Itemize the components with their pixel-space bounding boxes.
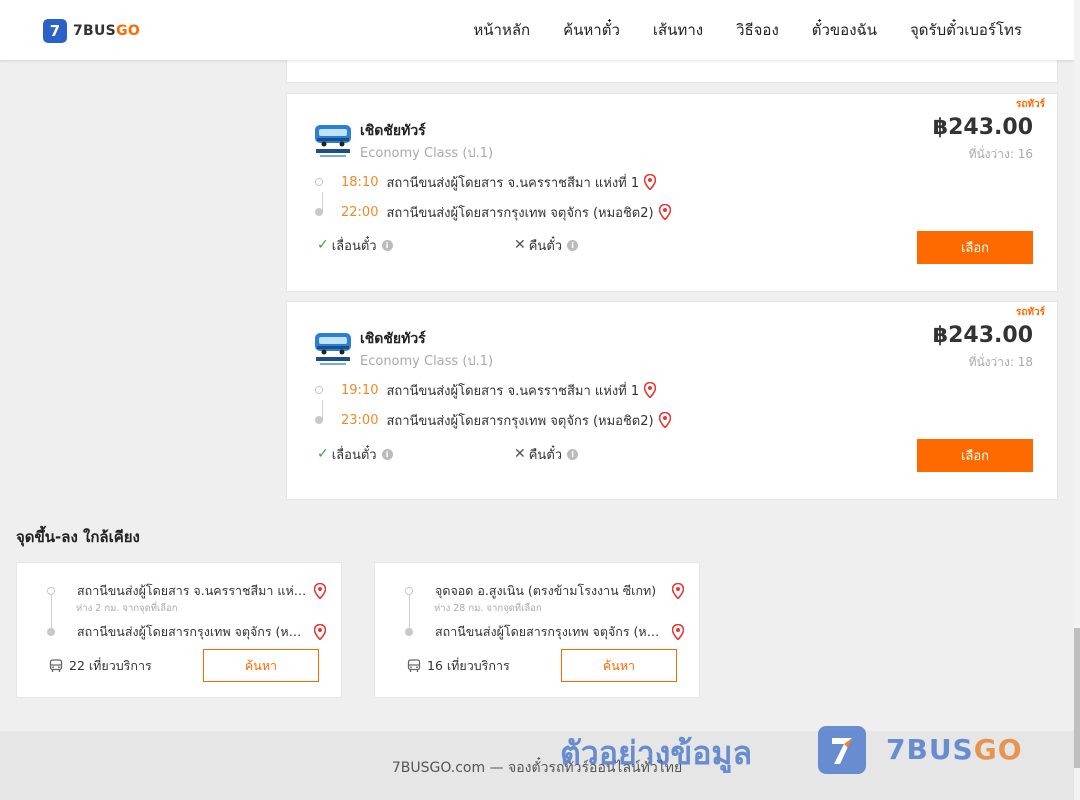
change-ticket-policy: ✓ เลื่อนตั๋ว i (317, 444, 393, 464)
nearby-route-card: สถานีขนส่งผู้โดยสาร จ.นครราชสีมา แห่งที่… (16, 562, 342, 698)
departure-time: 18:10 (341, 174, 379, 190)
arrival-dot (315, 416, 323, 424)
check-icon: ✓ (317, 237, 329, 253)
nearby-to-name: สถานีขนส่งผู้โดยสารกรุงเทพ จตุจักร (หมอช… (77, 624, 309, 639)
nearby-route-card: จุดจอด อ.สูงเนิน (ตรงข้ามโรงงาน ซีเกท) ห… (374, 562, 700, 698)
nearby-from-stop: สถานีขนส่งผู้โดยสาร จ.นครราชสีมา แห่งที่… (47, 581, 326, 601)
bus-icon (407, 659, 421, 672)
refund-ticket-policy: ✕ คืนตั๋ว i (514, 444, 579, 464)
operator-name: เชิดชัยทัวร์ (360, 331, 426, 347)
nearby-from-name: สถานีขนส่งผู้โดยสาร จ.นครราชสีมา แห่งที่… (77, 583, 309, 598)
arrival-station: สถานีขนส่งผู้โดยสารกรุงเทพ จตุจักร (หมอช… (386, 413, 654, 429)
change-ticket-policy: ✓ เลื่อนตั๋ว i (317, 235, 393, 255)
ticket-price: ฿243.00 (932, 323, 1033, 348)
arrival-dot (405, 628, 413, 636)
arrival-dot (47, 628, 55, 636)
cross-icon: ✕ (514, 446, 526, 462)
change-ticket-label: เลื่อนตั๋ว (331, 447, 377, 463)
nav-my-tickets[interactable]: ตั๋วของฉัน (812, 18, 877, 42)
nearby-to-stop: สถานีขนส่งผู้โดยสารกรุงเทพ จตุจักร (หมอช… (405, 622, 684, 642)
nearby-trip-count: 16 เที่ยวบริการ (407, 656, 510, 676)
map-pin-icon[interactable] (658, 204, 671, 220)
watermark-logo-mark (818, 726, 866, 774)
ticket-price: ฿243.00 (932, 115, 1033, 140)
departure-dot (315, 386, 323, 394)
map-pin-icon[interactable] (658, 412, 671, 428)
seats-available: ที่นั่งว่าง: 16 (968, 147, 1033, 161)
arrival-dot (315, 208, 323, 216)
operator-logo (315, 333, 351, 365)
operator-name: เชิดชัยทัวร์ (360, 123, 426, 139)
sample-data-watermark: ตัวอย่างข้อมูล (560, 734, 753, 772)
map-pin-icon[interactable] (644, 174, 657, 190)
trip-count-text: 22 เที่ยวบริการ (69, 658, 152, 673)
nav-routes[interactable]: เส้นทาง (653, 18, 703, 42)
arrival-time: 22:00 (341, 204, 379, 220)
arrival-station: สถานีขนส่งผู้โดยสารกรุงเทพ จตุจักร (หมอช… (386, 205, 654, 221)
nearby-stops-title: จุดขึ้น-ลง ใกล้เคียง (16, 528, 140, 546)
info-icon[interactable]: i (381, 239, 393, 251)
bus-type-tag: รถทัวร์ (1015, 99, 1045, 110)
nearby-search-button[interactable]: ค้นหา (203, 649, 319, 682)
watermark-logo-icon (832, 738, 852, 764)
logo-text: 7BUSGO (73, 23, 141, 39)
nearby-from-name: จุดจอด อ.สูงเนิน (ตรงข้ามโรงงาน ซีเกท) (435, 583, 657, 598)
scrollbar-thumb[interactable] (1074, 628, 1080, 768)
operator-logo (315, 125, 351, 157)
nav-search-ticket[interactable]: ค้นหาตั๋ว (563, 18, 620, 42)
arrival-time: 23:00 (341, 412, 379, 428)
nearby-to-stop: สถานีขนส่งผู้โดยสารกรุงเทพ จตุจักร (หมอช… (47, 622, 326, 642)
watermark-brand: 7BUSGO (886, 733, 1023, 766)
info-icon[interactable]: i (381, 448, 393, 460)
map-pin-icon[interactable] (672, 583, 684, 599)
departure-station: สถานีขนส่งผู้โดยสาร จ.นครราชสีมา แห่งที่… (386, 175, 640, 191)
arrival-stop: 22:00 สถานีขนส่งผู้โดยสารกรุงเทพ จตุจักร… (315, 202, 671, 222)
info-icon[interactable]: i (567, 448, 579, 460)
top-nav-bar: 7 7BUSGO หน้าหลัก ค้นหาตั๋ว เส้นทาง วิธี… (0, 0, 1074, 60)
seats-available: ที่นั่งว่าง: 18 (968, 355, 1033, 369)
trip-card: รถทัวร์ เชิดชัยทัวร์ Economy Class (ป.1)… (286, 93, 1058, 292)
departure-stop: 18:10 สถานีขนส่งผู้โดยสาร จ.นครราชสีมา แ… (315, 172, 657, 192)
brand-logo[interactable]: 7 7BUSGO (43, 19, 140, 43)
bus-class: Economy Class (ป.1) (360, 146, 494, 161)
departure-dot (315, 178, 323, 186)
refund-ticket-policy: ✕ คืนตั๋ว i (514, 235, 579, 255)
departure-dot (47, 587, 55, 595)
trip-card: รถทัวร์ เชิดชัยทัวร์ Economy Class (ป.1)… (286, 301, 1058, 500)
page-scrollbar[interactable] (1074, 0, 1080, 800)
map-pin-icon[interactable] (314, 583, 326, 599)
departure-dot (405, 587, 413, 595)
check-icon: ✓ (317, 446, 329, 462)
main-nav: หน้าหลัก ค้นหาตั๋ว เส้นทาง วิธีจอง ตั๋วข… (473, 0, 1022, 60)
nearby-distance: ห่าง 2 กม. จากจุดที่เลือก (76, 603, 178, 614)
nearby-to-name: สถานีขนส่งผู้โดยสารกรุงเทพ จตุจักร (หมอช… (435, 624, 667, 639)
bus-type-tag: รถทัวร์ (1015, 307, 1045, 318)
refund-ticket-label: คืนตั๋ว (528, 447, 563, 463)
select-trip-button[interactable]: เลือก (917, 231, 1033, 264)
map-pin-icon[interactable] (314, 624, 326, 640)
previous-trip-card-bottom (286, 58, 1058, 83)
nav-home[interactable]: หน้าหลัก (473, 18, 530, 42)
departure-time: 19:10 (341, 382, 379, 398)
departure-station: สถานีขนส่งผู้โดยสาร จ.นครราชสีมา แห่งที่… (386, 383, 640, 399)
map-pin-icon[interactable] (644, 382, 657, 398)
logo-mark: 7 (43, 19, 67, 43)
refund-ticket-label: คืนตั๋ว (528, 238, 563, 254)
departure-stop: 19:10 สถานีขนส่งผู้โดยสาร จ.นครราชสีมา แ… (315, 380, 657, 400)
nearby-distance: ห่าง 28 กม. จากจุดที่เลือก (434, 603, 542, 614)
change-ticket-label: เลื่อนตั๋ว (331, 238, 377, 254)
bus-icon (49, 659, 63, 672)
nearby-from-stop: จุดจอด อ.สูงเนิน (ตรงข้ามโรงงาน ซีเกท) (405, 581, 684, 601)
arrival-stop: 23:00 สถานีขนส่งผู้โดยสารกรุงเทพ จตุจักร… (315, 410, 671, 430)
cross-icon: ✕ (514, 237, 526, 253)
nearby-search-button[interactable]: ค้นหา (561, 649, 677, 682)
trip-count-text: 16 เที่ยวบริการ (427, 658, 510, 673)
map-pin-icon[interactable] (672, 624, 684, 640)
nearby-trip-count: 22 เที่ยวบริการ (49, 656, 152, 676)
bus-class: Economy Class (ป.1) (360, 354, 494, 369)
nav-ticket-pickup[interactable]: จุดรับตั๋วเบอร์โทร (910, 18, 1022, 42)
info-icon[interactable]: i (567, 239, 579, 251)
nav-how-to-book[interactable]: วิธีจอง (736, 18, 779, 42)
select-trip-button[interactable]: เลือก (917, 439, 1033, 472)
